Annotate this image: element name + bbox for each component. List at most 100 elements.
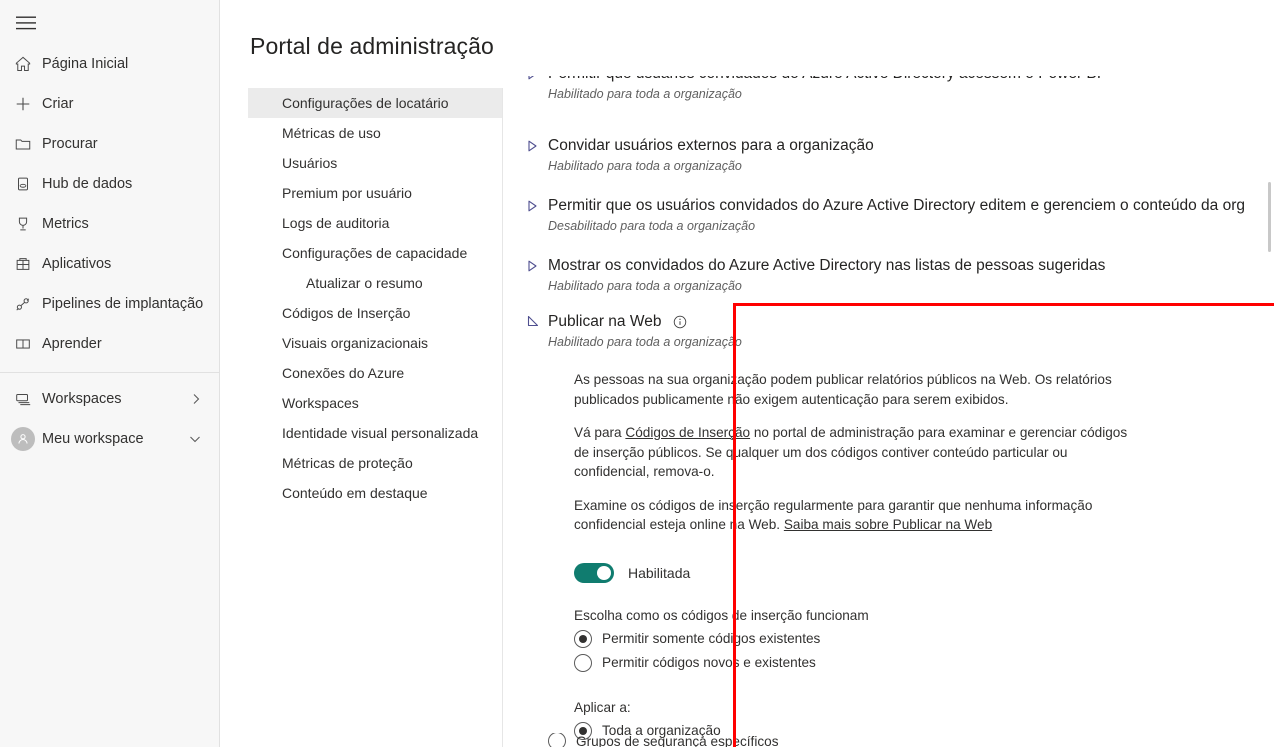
subnav-item-configuracoes-de-locatario[interactable]: Configurações de locatário (248, 88, 502, 118)
book-icon (14, 334, 42, 354)
subnav-item-visuais-organizacionais[interactable]: Visuais organizacionais (248, 328, 502, 358)
setting-title: Mostrar os convidados do Azure Active Di… (548, 257, 1106, 274)
publish-to-web-body: As pessoas na sua organização podem publ… (574, 370, 1134, 743)
sidebar-item-aplicativos[interactable]: Aplicativos (0, 244, 219, 284)
info-icon[interactable] (673, 315, 687, 329)
paragraph-2-prefix: Vá para (574, 425, 626, 440)
setting-row[interactable]: Permitir que usuários convidados do Azur… (514, 76, 1274, 120)
sidebar-item-label: Página Inicial (42, 56, 129, 72)
page-title: Portal de administração (250, 33, 494, 59)
subnav-item-atualizar-o-resumo[interactable]: Atualizar o resumo (248, 268, 502, 298)
description-paragraph-2: Vá para Códigos de Inserção no portal de… (574, 423, 1134, 482)
setting-title: Publicar na Web (548, 312, 687, 332)
folder-icon (14, 134, 42, 154)
radio-permitir-codigos-novos-e-existentes[interactable]: Permitir códigos novos e existentes (574, 651, 1134, 675)
radio-label: Grupos de segurança específicos (576, 733, 779, 747)
setting-row[interactable]: Mostrar os convidados do Azure Active Di… (514, 256, 1274, 294)
sidebar-item-hub-de-dados[interactable]: Hub de dados (0, 164, 219, 204)
avatar-icon (11, 427, 35, 451)
subnav-item-label: Códigos de Inserção (282, 305, 411, 321)
triangle-right-icon[interactable] (527, 259, 539, 273)
subnav-item-logs-de-auditoria[interactable]: Logs de auditoria (248, 208, 502, 238)
setting-title: Convidar usuários externos para a organi… (548, 137, 874, 154)
sidebar-item-label: Meu workspace (42, 431, 144, 447)
triangle-right-icon[interactable] (527, 76, 539, 81)
sidebar-item-label: Workspaces (42, 391, 122, 407)
app-root: Página Inicial Criar Procurar Hub de dad… (0, 0, 1274, 747)
main-content: Portal de administração Configurações de… (220, 0, 1274, 747)
radio-button[interactable] (574, 629, 592, 648)
setting-status: Desabilitado para toda a organização (548, 219, 756, 233)
triangle-right-icon[interactable] (527, 199, 539, 213)
triangle-right-icon[interactable] (527, 139, 539, 153)
avatar (11, 427, 42, 451)
setting-title-text: Publicar na Web (548, 313, 662, 330)
metrics-icon (14, 214, 42, 234)
setting-row[interactable]: Permitir que os usuários convidados do A… (514, 196, 1274, 234)
radio-permitir-somente-codigos-existentes[interactable]: Permitir somente códigos existentes (574, 627, 1134, 651)
sidebar-item-metrics[interactable]: Metrics (0, 204, 219, 244)
subnav-item-metricas-de-uso[interactable]: Métricas de uso (248, 118, 502, 148)
home-icon (14, 54, 42, 74)
apps-icon (14, 254, 42, 274)
radio-button[interactable] (574, 653, 592, 672)
sidebar-item-workspaces[interactable]: Workspaces (0, 379, 219, 419)
codigos-de-insercao-link[interactable]: Códigos de Inserção (625, 425, 750, 440)
setting-status: Habilitado para toda a organização (548, 159, 742, 173)
sidebar-item-pagina-inicial[interactable]: Página Inicial (0, 44, 219, 84)
subnav-item-metricas-de-protecao[interactable]: Métricas de proteção (248, 448, 502, 478)
embed-codes-group-label: Escolha como os códigos de inserção func… (574, 607, 869, 623)
subnav-item-label: Métricas de proteção (282, 455, 413, 471)
subnav-item-conexoes-do-azure[interactable]: Conexões do Azure (248, 358, 502, 388)
subnav-item-label: Configurações de capacidade (282, 245, 468, 261)
sidebar-item-label: Aprender (42, 336, 102, 352)
sidebar-item-label: Criar (42, 96, 74, 112)
subnav-item-identidade-visual-personalizada[interactable]: Identidade visual personalizada (248, 418, 502, 448)
sidebar-item-label: Procurar (42, 136, 98, 152)
left-navigation-pane: Página Inicial Criar Procurar Hub de dad… (0, 0, 220, 747)
subnav-item-label: Premium por usuário (282, 185, 412, 201)
nav-divider (0, 372, 219, 373)
saiba-mais-link[interactable]: Saiba mais sobre Publicar na Web (784, 517, 992, 532)
subnav-divider (502, 88, 503, 747)
setting-row[interactable]: Convidar usuários externos para a organi… (514, 136, 1274, 174)
database-icon (14, 174, 42, 194)
sidebar-item-label: Metrics (42, 216, 89, 232)
setting-status: Habilitado para toda a organização (548, 279, 742, 293)
subnav-item-label: Conexões do Azure (282, 365, 405, 381)
description-paragraph-3: Examine os códigos de inserção regularme… (574, 496, 1134, 535)
vertical-scrollbar-thumb[interactable] (1268, 182, 1271, 252)
subnav-item-premium-por-usuario[interactable]: Premium por usuário (248, 178, 502, 208)
sidebar-item-meu-workspace[interactable]: Meu workspace (0, 419, 219, 459)
radio-label: Permitir somente códigos existentes (602, 631, 821, 646)
setting-row-publicar-na-web: Publicar na Web Habilitado para toda a o… (514, 312, 1274, 743)
subnav-item-usuarios[interactable]: Usuários (248, 148, 502, 178)
sidebar-item-aprender[interactable]: Aprender (0, 324, 219, 364)
setting-header[interactable]: Publicar na Web (548, 312, 1274, 332)
subnav-item-conteudo-em-destaque[interactable]: Conteúdo em destaque (248, 478, 502, 508)
radio-button[interactable] (548, 733, 566, 747)
apply-to-group-label: Aplicar a: (574, 699, 631, 715)
sidebar-item-pipelines-de-implantacao[interactable]: Pipelines de implantação (0, 284, 219, 324)
hamburger-menu-icon[interactable] (2, 4, 50, 42)
subnav-item-label: Logs de auditoria (282, 215, 390, 231)
subnav-item-codigos-de-insercao[interactable]: Códigos de Inserção (248, 298, 502, 328)
sidebar-item-procurar[interactable]: Procurar (0, 124, 219, 164)
toggle-label: Habilitada (628, 564, 691, 581)
subnav-item-configuracoes-de-capacidade[interactable]: Configurações de capacidade (248, 238, 502, 268)
subnav-item-label: Configurações de locatário (282, 95, 449, 111)
publish-to-web-toggle[interactable] (574, 562, 614, 583)
vertical-scrollbar[interactable] (1268, 76, 1271, 747)
radio-label: Permitir códigos novos e existentes (602, 655, 816, 670)
admin-portal-subnav: Configurações de locatário Métricas de u… (248, 88, 502, 508)
radio-grupos-de-seguranca-especificos[interactable]: Grupos de segurança específicos (548, 733, 1108, 747)
chevron-right-icon (191, 393, 201, 405)
triangle-expanded-icon[interactable] (527, 315, 539, 329)
subnav-item-workspaces[interactable]: Workspaces (248, 388, 502, 418)
setting-status: Habilitado para toda a organização (548, 335, 742, 349)
subnav-item-label: Visuais organizacionais (282, 335, 429, 351)
sidebar-item-criar[interactable]: Criar (0, 84, 219, 124)
setting-title: Permitir que usuários convidados do Azur… (548, 76, 1274, 84)
primary-nav-list: Página Inicial Criar Procurar Hub de dad… (0, 44, 219, 459)
pipeline-icon (14, 294, 42, 314)
